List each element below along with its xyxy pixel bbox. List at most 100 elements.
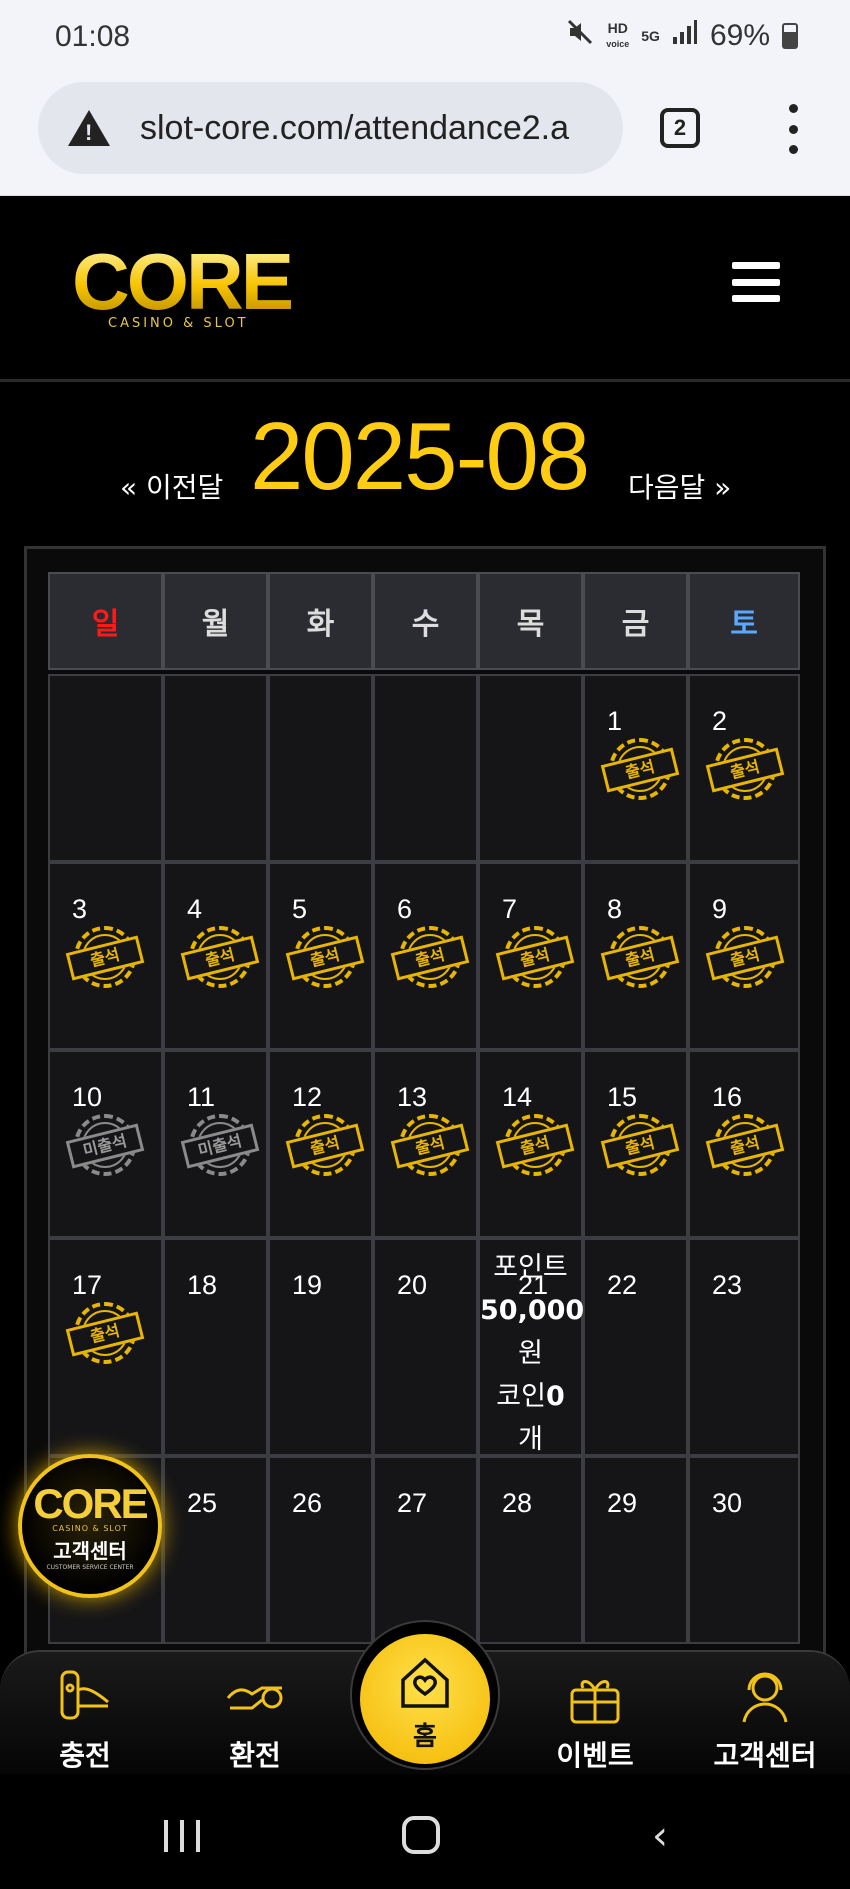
hd-voice-icon: HD voice (606, 20, 630, 49)
missed-stamp-icon: 미출석 (65, 1114, 145, 1178)
calendar-day-17[interactable]: 17 출석 (48, 1238, 163, 1456)
calendar-day-22[interactable]: 22 (583, 1238, 688, 1456)
calendar-day-4[interactable]: 4 출석 (163, 862, 268, 1050)
not-secure-warning-icon[interactable]: ! (68, 110, 110, 146)
calendar-day-28[interactable]: 28 (478, 1456, 583, 1644)
day-number: 20 (397, 1270, 428, 1300)
calendar-day-19[interactable]: 19 (268, 1238, 373, 1456)
weekday-tue: 화 (268, 572, 373, 670)
attended-stamp-icon: 출석 (495, 926, 575, 990)
calendar-day-20[interactable]: 20 (373, 1238, 478, 1456)
attended-stamp-icon: 출석 (600, 738, 680, 802)
recent-apps-icon[interactable] (164, 1820, 200, 1852)
calendar-day-15[interactable]: 15 출석 (583, 1050, 688, 1238)
calendar-day-30[interactable]: 30 (688, 1456, 800, 1644)
calendar-day-7[interactable]: 7 출석 (478, 862, 583, 1050)
nav-support-label: 고객센터 (713, 1739, 817, 1772)
site-logo[interactable]: CORE CASINO & SLOT (72, 242, 294, 334)
calendar-day-25[interactable]: 25 (163, 1456, 268, 1644)
calendar-day-18[interactable]: 18 (163, 1238, 268, 1456)
calendar-day-12[interactable]: 12 출석 (268, 1050, 373, 1238)
calendar-day-13[interactable]: 13 출석 (373, 1050, 478, 1238)
attended-stamp-icon: 출석 (285, 926, 365, 990)
calendar-day-empty (268, 674, 373, 862)
calendar-day-6[interactable]: 6 출석 (373, 862, 478, 1050)
day-number: 10 (72, 1082, 103, 1112)
address-bar[interactable]: ! slot-core.com/attendance2.a (38, 82, 623, 174)
attended-stamp-icon: 출석 (390, 1114, 470, 1178)
calendar-day-23[interactable]: 23 (688, 1238, 800, 1456)
calendar-day-empty (478, 674, 583, 862)
attended-stamp-icon: 출석 (705, 738, 785, 802)
calendar-day-16[interactable]: 16 출석 (688, 1050, 800, 1238)
calendar-day-2[interactable]: 2 출석 (688, 674, 800, 862)
weekday-sun: 일 (48, 572, 163, 670)
tab-switcher-button[interactable]: 2 (660, 108, 700, 148)
system-back-icon[interactable]: ‹ (652, 1816, 668, 1856)
status-icons: HD voice 5G 69% (566, 18, 798, 54)
day-number: 9 (712, 894, 728, 924)
nav-withdraw[interactable]: 환전 (200, 1666, 310, 1774)
cs-label: 고객센터 (53, 1539, 127, 1563)
site-header: CORE CASINO & SLOT (0, 196, 850, 382)
calendar-day-10[interactable]: 10 미출석 (48, 1050, 163, 1238)
calendar-day-21[interactable]: 포인트 50,000 원 코인0 개 21 (478, 1238, 584, 1456)
day-grid: 1 출석 2 출석 3 출석 4 출석 5 출석 6 출석 7 출석 8 출석 9 출석 10 미출석 11 미출석 12 출… (48, 674, 800, 1644)
day-number: 29 (607, 1488, 638, 1518)
gift-icon (540, 1666, 650, 1728)
battery-icon (782, 23, 798, 49)
attendance-calendar: 일 월 화 수 목 금 토 1 출석 2 출석 3 출석 4 출석 5 출석 6 출석 7 출석 8 출석 9 출… (48, 572, 800, 1644)
missed-stamp-icon: 미출석 (180, 1114, 260, 1178)
calendar-day-empty (163, 674, 268, 862)
day-number: 11 (187, 1082, 216, 1112)
calendar-day-8[interactable]: 8 출석 (583, 862, 688, 1050)
calendar-day-empty (373, 674, 478, 862)
day-number: 26 (292, 1488, 323, 1518)
attended-stamp-icon: 출석 (285, 1114, 365, 1178)
calendar-day-14[interactable]: 14 출석 (478, 1050, 583, 1238)
headset-icon (710, 1666, 820, 1728)
calendar-day-3[interactable]: 3 출석 (48, 862, 163, 1050)
day-number: 19 (292, 1270, 323, 1300)
weekday-sat: 토 (688, 572, 800, 670)
nav-event[interactable]: 이벤트 (540, 1666, 650, 1774)
day-number: 23 (712, 1270, 743, 1300)
attended-stamp-icon: 출석 (390, 926, 470, 990)
nav-support[interactable]: 고객센터 (710, 1666, 820, 1774)
hamburger-menu-icon[interactable] (732, 262, 780, 302)
day-number: 6 (397, 894, 413, 924)
calendar-day-1[interactable]: 1 출석 (583, 674, 688, 862)
system-home-icon[interactable] (402, 1816, 440, 1854)
day-number: 7 (502, 894, 518, 924)
browser-menu-icon[interactable] (780, 104, 806, 154)
day-number: 3 (72, 894, 88, 924)
calendar-day-empty (48, 674, 163, 862)
next-month-link[interactable]: 다음달 » (628, 466, 731, 506)
prize-unit: 원 (518, 1338, 543, 1369)
day-number: 18 (187, 1270, 218, 1300)
day-number: 30 (712, 1488, 743, 1518)
attended-stamp-icon: 출석 (705, 1114, 785, 1178)
nav-home-button[interactable]: 홈 (360, 1634, 490, 1764)
calendar-day-9[interactable]: 9 출석 (688, 862, 800, 1050)
calendar-day-5[interactable]: 5 출석 (268, 862, 373, 1050)
url-text[interactable]: slot-core.com/attendance2.a (140, 109, 569, 148)
calendar-day-29[interactable]: 29 (583, 1456, 688, 1644)
day-number: 17 (72, 1270, 103, 1300)
attended-stamp-icon: 출석 (180, 926, 260, 990)
weekday-mon: 월 (163, 572, 268, 670)
browser-toolbar: ! slot-core.com/attendance2.a 2 (0, 78, 850, 196)
home-heart-icon (360, 1634, 490, 1712)
prize-coin-unit: 개 (518, 1424, 543, 1455)
day-number: 27 (397, 1488, 428, 1518)
calendar-day-11[interactable]: 11 미출석 (163, 1050, 268, 1238)
network-5g-icon: 5G (641, 28, 660, 44)
weekday-wed: 수 (373, 572, 478, 670)
calendar-day-27[interactable]: 27 (373, 1456, 478, 1644)
floating-customer-center-button[interactable]: CORE CASINO & SLOT 고객센터 CUSTOMER SERVICE… (18, 1454, 162, 1598)
day-number: 1 (607, 706, 623, 736)
nav-deposit[interactable]: 충전 (30, 1666, 140, 1774)
prev-month-link[interactable]: « 이전달 (120, 466, 223, 506)
day-number: 14 (502, 1082, 533, 1112)
calendar-day-26[interactable]: 26 (268, 1456, 373, 1644)
